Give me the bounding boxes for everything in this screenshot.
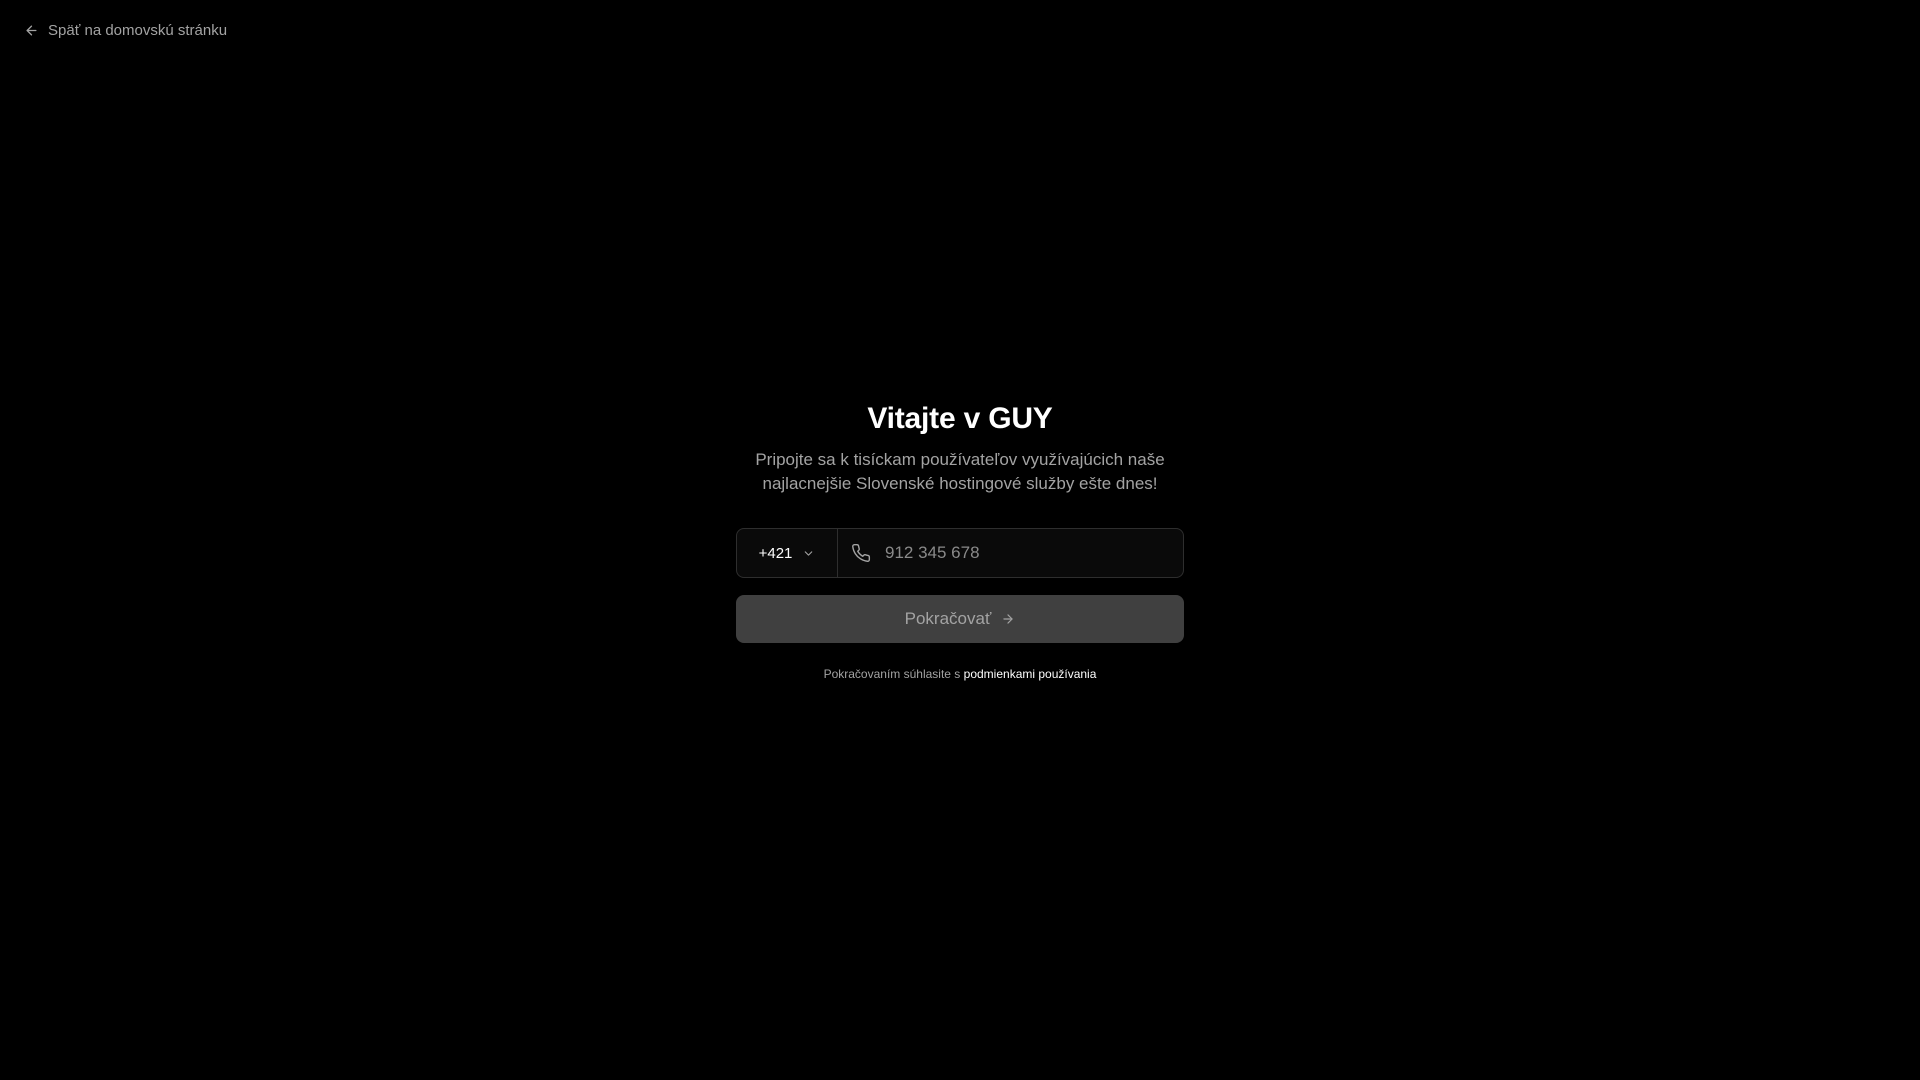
signup-panel: Vitajte v GUY Pripojte sa k tisíckam pou… [736, 398, 1184, 681]
continue-button[interactable]: Pokračovať [736, 595, 1184, 643]
phone-field [838, 529, 1183, 577]
login-page: Späť na domovskú stránku Vitajte v GUY P… [0, 0, 1920, 1080]
arrow-right-icon [1001, 612, 1015, 626]
phone-icon [851, 543, 871, 563]
terms-notice: Pokračovaním súhlasite s podmienkami pou… [824, 667, 1097, 681]
terms-of-use-link[interactable]: podmienkami používania [964, 667, 1097, 681]
phone-number-input[interactable] [885, 529, 1183, 577]
country-code-select[interactable]: +421 [737, 529, 838, 577]
terms-prefix: Pokračovaním súhlasite s [823, 667, 961, 681]
continue-button-label: Pokračovať [904, 609, 992, 628]
back-to-home-link[interactable]: Späť na domovskú stránku [24, 22, 227, 39]
back-link-label: Späť na domovskú stránku [48, 22, 228, 39]
phone-input-group: +421 [736, 528, 1184, 578]
page-title: Vitajte v GUY [867, 402, 1053, 435]
chevron-down-icon [802, 547, 815, 560]
country-code-value: +421 [758, 544, 793, 562]
arrow-left-icon [24, 23, 39, 38]
page-subtitle: Pripojte sa k tisíckam používateľov využ… [755, 450, 1165, 493]
